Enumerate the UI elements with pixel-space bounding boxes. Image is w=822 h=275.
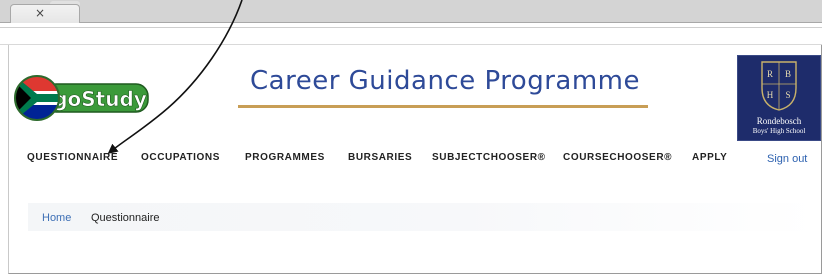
nav-programmes[interactable]: PROGRAMMES xyxy=(245,152,325,163)
screenshot: × goStudy Career Guidance Programme R B … xyxy=(0,0,822,275)
nav-bursaries[interactable]: BURSARIES xyxy=(348,152,412,163)
school-subtitle: Boys' High School xyxy=(752,127,806,135)
close-tab-icon[interactable]: × xyxy=(35,6,45,20)
nav-questionnaire[interactable]: QUESTIONNAIRE xyxy=(27,152,118,163)
browser-tab-strip: × xyxy=(0,0,822,23)
crest-letter: S xyxy=(785,90,790,100)
breadcrumb-home-link[interactable]: Home xyxy=(42,212,71,224)
browser-tab[interactable]: × xyxy=(10,4,80,23)
nav-occupations[interactable]: OCCUPATIONS xyxy=(141,152,220,163)
logo-text: goStudy xyxy=(53,87,147,111)
gostudy-logo[interactable]: goStudy xyxy=(10,70,150,126)
school-crest[interactable]: R B H S Rondebosch Boys' High School xyxy=(737,55,821,141)
school-name: Rondebosch xyxy=(756,116,802,126)
crest-letter: H xyxy=(767,90,774,100)
nav-apply[interactable]: APPLY xyxy=(692,152,727,163)
sign-out-link[interactable]: Sign out xyxy=(767,153,807,165)
main-navigation: QUESTIONNAIRE OCCUPATIONS PROGRAMMES BUR… xyxy=(0,152,822,170)
page-title: Career Guidance Programme xyxy=(250,66,640,96)
breadcrumb-current: Questionnaire xyxy=(91,212,160,224)
toolbar-divider xyxy=(0,27,822,28)
crest-letter: B xyxy=(785,69,791,79)
nav-subjectchooser[interactable]: SUBJECTCHOOSER® xyxy=(432,152,546,163)
crest-letter: R xyxy=(767,69,773,79)
title-underline xyxy=(238,105,648,108)
crest-shield-icon: R B H S xyxy=(761,61,797,111)
nav-coursechooser[interactable]: COURSECHOOSER® xyxy=(563,152,672,163)
